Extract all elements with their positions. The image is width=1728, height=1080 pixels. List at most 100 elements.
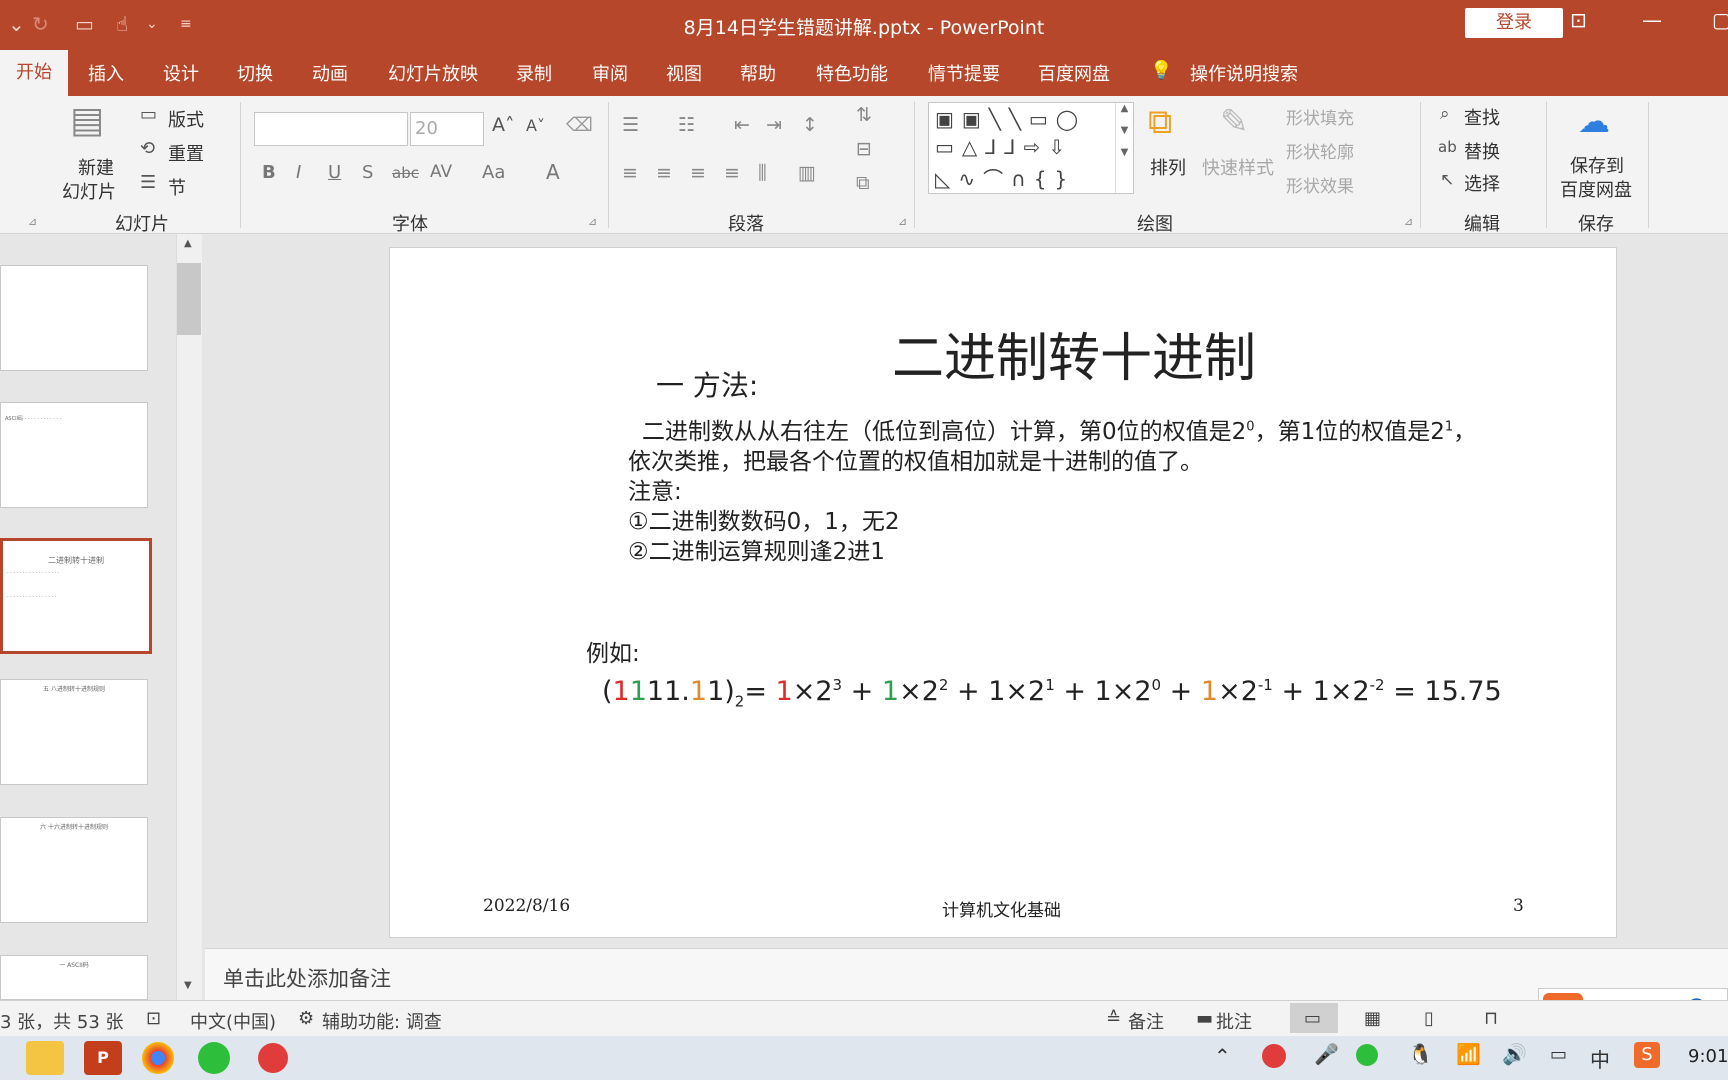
underline-button[interactable]: U [328, 162, 341, 183]
thumbnail-scrollbar[interactable]: ▲ ▼ [176, 234, 202, 1000]
example-equation[interactable]: (1111.11)2= 1×23 + 1×22 + 1×21 + 1×20 + … [602, 676, 1502, 710]
arrange-icon[interactable]: ⧉ [1148, 102, 1172, 142]
notes-placeholder[interactable]: 单击此处添加备注 [223, 963, 391, 993]
shape-fill-button[interactable]: 形状填充 [1286, 104, 1354, 129]
tab-baidu-netdisk[interactable]: 百度网盘 [1038, 60, 1110, 86]
comments-button[interactable]: 批注 [1216, 1008, 1252, 1034]
minimize-icon[interactable]: — [1642, 8, 1662, 32]
baidu-netdisk-button[interactable]: 百度网盘 [1560, 176, 1632, 202]
shape-outline-button[interactable]: 形状轮廓 [1286, 138, 1354, 163]
file-explorer-icon[interactable] [26, 1041, 64, 1075]
wechat-tray-icon[interactable] [1356, 1044, 1378, 1066]
layout-button[interactable]: 版式 [168, 106, 204, 132]
italic-button[interactable]: I [296, 162, 301, 183]
align-right-icon[interactable]: ≡ [690, 162, 706, 184]
tab-storyboard[interactable]: 情节提要 [928, 60, 1000, 86]
smartart-icon[interactable]: ⧉ [856, 172, 870, 194]
line-spacing-icon[interactable]: ↕ [802, 114, 818, 136]
baidu-cloud-icon[interactable]: ☁ [1578, 102, 1610, 140]
arrange-button[interactable]: 排列 [1150, 154, 1186, 180]
tab-animations[interactable]: 动画 [312, 60, 348, 86]
decrease-indent-icon[interactable]: ⇤ [734, 114, 750, 136]
battery-icon[interactable]: ▭ [1550, 1044, 1567, 1065]
numbering-icon[interactable]: ☷ [678, 114, 695, 136]
tab-features[interactable]: 特色功能 [816, 60, 888, 86]
shapes-gallery[interactable]: ▣▣╲╲▭◯ ▭△⅃⅃⇨⇩ ◺∿⌒∩{} ▲ ▼ ▼ [928, 102, 1134, 194]
increase-indent-icon[interactable]: ⇥ [766, 114, 782, 136]
microphone-icon[interactable]: 🎤 [1314, 1042, 1339, 1066]
launcher-icon[interactable]: ⊿ [28, 215, 37, 228]
scroll-down-icon[interactable]: ▼ [184, 980, 192, 991]
powerpoint-icon[interactable]: P [84, 1041, 122, 1075]
reset-button[interactable]: 重置 [168, 140, 204, 166]
record-icon[interactable] [1262, 1044, 1286, 1068]
scrollbar-thumb[interactable] [177, 263, 201, 335]
wechat-icon[interactable] [198, 1042, 230, 1074]
footer-text[interactable]: 计算机文化基础 [942, 896, 1061, 921]
login-button[interactable]: 登录 [1465, 8, 1563, 38]
slide-title[interactable]: 二进制转十进制 [892, 316, 1256, 391]
chrome-icon[interactable] [142, 1042, 174, 1074]
save-to-button[interactable]: 保存到 [1570, 152, 1624, 178]
note-item-2[interactable]: ②二进制运算规则逢2进1 [628, 532, 885, 566]
shape-effects-button[interactable]: 形状效果 [1286, 172, 1354, 197]
section-button[interactable]: 节 [168, 174, 186, 200]
slide-thumbnail[interactable]: 六 十六进制转十进制规则 [0, 817, 148, 923]
reading-view-icon[interactable]: ▯ [1424, 1008, 1434, 1029]
notes-pane[interactable]: 单击此处添加备注 [205, 948, 1728, 1000]
tab-view[interactable]: 视图 [666, 60, 702, 86]
gallery-scroll[interactable]: ▲ ▼ ▼ [1115, 103, 1133, 193]
align-left-icon[interactable]: ≡ [622, 162, 638, 184]
note-label[interactable]: 注意: [628, 472, 682, 506]
new-slide-dropdown[interactable]: 幻灯片 [62, 178, 116, 204]
clock[interactable]: 9:01 [1688, 1046, 1728, 1067]
clear-format-icon[interactable]: ⌫ [566, 114, 593, 136]
language-status[interactable]: 中文(中国) [190, 1008, 276, 1034]
bold-button[interactable]: B [262, 162, 276, 183]
align-text-icon[interactable]: ⊟ [856, 138, 872, 160]
text-direction-icon[interactable]: ⇅ [856, 104, 872, 126]
slide-thumbnail[interactable]: 五 八进制转十进制规则 [0, 679, 148, 785]
char-spacing-button[interactable]: AV [430, 162, 452, 182]
sogou-tray-icon[interactable]: S [1634, 1042, 1660, 1068]
recorder-icon[interactable] [258, 1043, 288, 1073]
slide-thumbnail-selected[interactable]: 二进制转十进制 · · · · · · · · · · · · · · · · … [0, 538, 152, 654]
qq-icon[interactable]: 🐧 [1408, 1042, 1433, 1066]
find-button[interactable]: 查找 [1464, 104, 1500, 130]
chevron-up-icon[interactable]: ⌃ [1214, 1044, 1231, 1068]
slide-thumbnail[interactable]: 一 ASCII码 [0, 955, 148, 1000]
slide-sorter-icon[interactable]: ▦ [1364, 1008, 1381, 1029]
align-center-icon[interactable]: ≡ [656, 162, 672, 184]
replace-button[interactable]: 替换 [1464, 138, 1500, 164]
font-color-button[interactable]: A [546, 160, 560, 184]
tab-insert[interactable]: 插入 [88, 60, 124, 86]
wifi-icon[interactable]: 📶 [1456, 1042, 1481, 1066]
accessibility-status[interactable]: 辅助功能: 调查 [322, 1008, 442, 1034]
new-slide-button[interactable]: 新建 [78, 154, 114, 180]
columns-icon[interactable]: ▥ [798, 162, 816, 184]
slide-count[interactable]: 3 张，共 53 张 [0, 1008, 124, 1034]
justify-icon[interactable]: ≡ [724, 162, 740, 184]
body-line-2[interactable]: 依次类推，把最各个位置的权值相加就是十进制的值了。 [628, 442, 1203, 476]
tab-review[interactable]: 审阅 [592, 60, 628, 86]
change-case-button[interactable]: Aa [482, 162, 505, 183]
quick-styles-button[interactable]: 快速样式 [1202, 154, 1274, 180]
tell-me-search[interactable]: 操作说明搜索 [1190, 60, 1298, 86]
slide-number[interactable]: 3 [1513, 896, 1524, 916]
slide-thumbnail[interactable] [0, 265, 148, 371]
tab-home[interactable]: 开始 [0, 50, 68, 96]
distribute-icon[interactable]: ⫼ [758, 162, 767, 184]
bullets-icon[interactable]: ☰ [622, 114, 639, 136]
tab-record[interactable]: 录制 [516, 60, 552, 86]
slide-canvas[interactable]: 二进制转十进制 一 方法: 二进制数从从右往左（低位到高位）计算，第0位的权值是… [389, 247, 1617, 938]
body-line-1[interactable]: 二进制数从从右往左（低位到高位）计算，第0位的权值是20，第1位的权值是21， [642, 412, 1476, 446]
ribbon-display-icon[interactable]: ⊡ [1570, 8, 1587, 32]
notes-button[interactable]: 备注 [1128, 1008, 1164, 1034]
tab-slideshow[interactable]: 幻灯片放映 [388, 60, 478, 86]
select-button[interactable]: 选择 [1464, 170, 1500, 196]
increase-font-icon[interactable]: A˄ [492, 114, 515, 136]
tab-design[interactable]: 设计 [163, 60, 199, 86]
example-label[interactable]: 例如: [586, 634, 640, 668]
tab-help[interactable]: 帮助 [740, 60, 776, 86]
method-heading[interactable]: 一 方法: [656, 364, 758, 404]
